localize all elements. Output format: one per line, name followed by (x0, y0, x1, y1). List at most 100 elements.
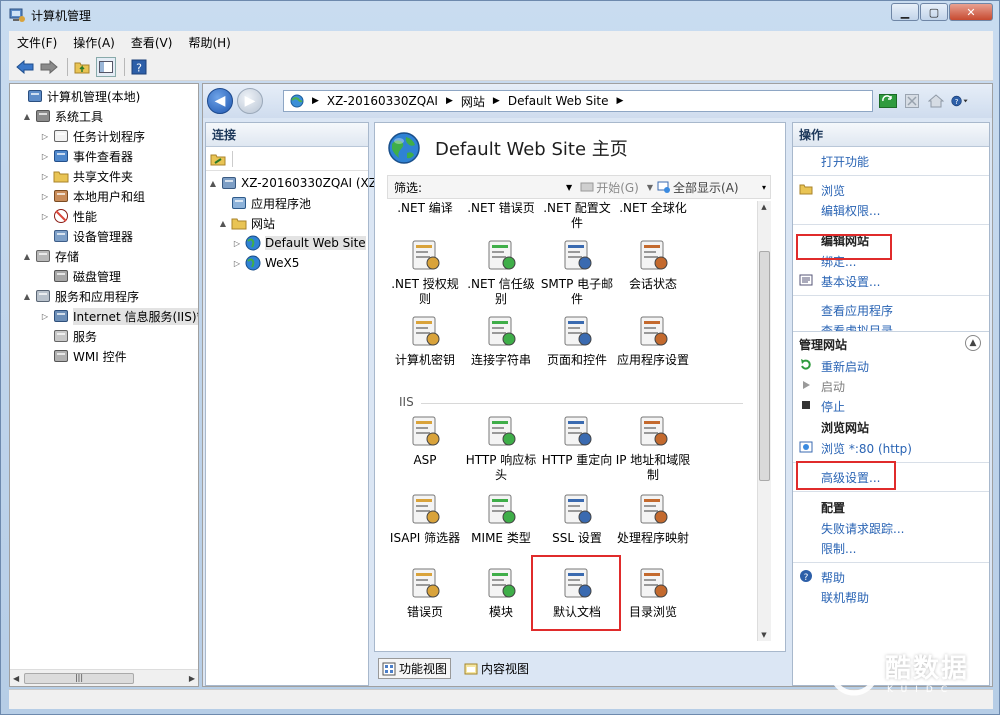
tree-item[interactable]: ▷ 任务计划程序 (40, 126, 145, 146)
tree-item[interactable]: 磁盘管理 (40, 266, 121, 286)
menu-help[interactable]: 帮助(H) (188, 34, 230, 51)
feature-item[interactable]: ISAPI 筛选器 (387, 491, 463, 546)
browse-port-link[interactable]: 浏览 *:80 (http) (793, 438, 989, 458)
feature-item[interactable]: 计算机密钥 (387, 313, 463, 368)
feature-item[interactable]: .NET 授权规则 (387, 237, 463, 307)
connect-icon[interactable] (210, 152, 226, 166)
feature-item[interactable]: .NET 配置文件 (539, 201, 615, 231)
feature-item[interactable]: IP 地址和域限制 (615, 413, 691, 483)
help-dropdown-icon[interactable]: ? (951, 92, 969, 110)
feature-item[interactable]: SSL 设置 (539, 491, 615, 546)
feature-item[interactable]: 错误页 (387, 565, 463, 620)
feature-vertical-scrollbar[interactable]: ▲ ▼ (757, 201, 771, 641)
tree-expander-icon[interactable]: ▷ (40, 152, 50, 161)
tree-item[interactable]: ▷ Internet 信息服务(IIS)管 (40, 306, 198, 326)
tree-expander-icon[interactable]: ▷ (40, 192, 50, 201)
restart-link[interactable]: 重新启动 (793, 356, 989, 376)
collapse-chevron-icon[interactable]: ▲ (965, 335, 981, 351)
tree-item[interactable]: ▲ 服务和应用程序 (22, 286, 139, 306)
connection-item[interactable]: ▷ WeX5 (232, 253, 299, 273)
show-hide-console-tree-icon[interactable] (96, 56, 116, 77)
breadcrumb-server[interactable]: XZ-20160330ZQAI (327, 94, 438, 108)
scroll-up-icon[interactable]: ▲ (758, 203, 770, 211)
tree-item[interactable]: ▷ 事件查看器 (40, 146, 133, 166)
tree-expander-icon[interactable]: ▷ (40, 212, 50, 221)
connection-item[interactable]: ▲ 网站 (218, 213, 275, 233)
scroll-thumb[interactable] (759, 251, 770, 481)
open-feature-link[interactable]: 打开功能 (793, 151, 989, 171)
start-filter-button[interactable]: 开始(G) (580, 179, 639, 196)
minimize-button[interactable]: ▁ (891, 3, 919, 21)
tree-expander-icon[interactable]: ▲ (22, 112, 32, 121)
nav-back-button[interactable]: ◀ (207, 88, 233, 114)
tree-item[interactable]: ▲ 存储 (22, 246, 79, 266)
feature-item[interactable]: 应用程序设置 (615, 313, 691, 368)
tree-item[interactable]: WMI 控件 (40, 346, 127, 366)
feature-item[interactable]: 目录浏览 (615, 565, 691, 620)
tree-expander-icon[interactable]: ▲ (218, 219, 228, 228)
tree-horizontal-scrollbar[interactable]: ◀ ||| ▶ (10, 669, 198, 686)
menu-view[interactable]: 查看(V) (131, 34, 173, 51)
feature-item[interactable]: 模块 (463, 565, 539, 620)
close-button[interactable]: ✕ (949, 3, 993, 21)
tree-expander-icon[interactable]: ▷ (232, 239, 242, 248)
tree-item[interactable]: ▷ 本地用户和组 (40, 186, 145, 206)
filter-bar-overflow-icon[interactable]: ▾ (762, 183, 766, 192)
tab-features-view[interactable]: 功能视图 (378, 658, 452, 679)
show-all-button[interactable]: ▼ 全部显示(A) (647, 179, 739, 196)
feature-item[interactable]: 页面和控件 (539, 313, 615, 368)
tree-item[interactable]: 设备管理器 (40, 226, 133, 246)
feature-item[interactable]: MIME 类型 (463, 491, 539, 546)
tree-item[interactable]: ▷ 性能 (40, 206, 97, 226)
tree-expander-icon[interactable]: ▷ (232, 259, 242, 268)
connection-item[interactable]: 应用程序池 (218, 193, 311, 213)
feature-item[interactable]: 连接字符串 (463, 313, 539, 368)
view-applications-link[interactable]: 查看应用程序 (793, 300, 989, 320)
breadcrumb-sites[interactable]: 网站 (461, 93, 485, 110)
home-icon[interactable] (927, 92, 945, 110)
back-arrow-icon[interactable] (15, 57, 35, 77)
breadcrumb-site[interactable]: Default Web Site (508, 94, 609, 108)
nav-forward-button[interactable]: ▶ (237, 88, 263, 114)
feature-item[interactable]: HTTP 重定向 (539, 413, 615, 468)
scroll-down-icon[interactable]: ▼ (758, 631, 770, 639)
feature-item[interactable]: SMTP 电子邮件 (539, 237, 615, 307)
address-bar[interactable]: ▶ XZ-20160330ZQAI ▶ 网站 ▶ Default Web Sit… (283, 90, 873, 112)
feature-item[interactable]: HTTP 响应标头 (463, 413, 539, 483)
tree-item[interactable]: 服务 (40, 326, 97, 346)
connection-item[interactable]: ▷ Default Web Site (232, 233, 366, 253)
tree-expander-icon[interactable]: ▲ (22, 292, 32, 301)
tree-expander-icon[interactable]: ▷ (40, 132, 50, 141)
stop-link[interactable]: 停止 (793, 396, 989, 416)
basic-settings-link[interactable]: 基本设置... (793, 271, 989, 291)
browse-link[interactable]: 浏览 (793, 180, 989, 200)
tree-item[interactable]: ▷ 共享文件夹 (40, 166, 133, 186)
refresh-icon[interactable] (879, 92, 897, 110)
feature-item[interactable]: ASP (387, 413, 463, 468)
scroll-right-icon[interactable]: ▶ (189, 674, 195, 683)
filter-dropdown-icon[interactable]: ▼ (566, 183, 572, 192)
menu-file[interactable]: 文件(F) (17, 34, 57, 51)
feature-item[interactable]: .NET 错误页 (463, 201, 539, 216)
help-icon[interactable]: ? (129, 57, 149, 77)
feature-item[interactable]: .NET 编译 (387, 201, 463, 216)
forward-arrow-icon[interactable] (39, 57, 59, 77)
stop-icon[interactable] (903, 92, 921, 110)
tree-item[interactable]: 计算机管理(本地) (14, 86, 140, 106)
tab-content-view[interactable]: 内容视图 (461, 659, 532, 678)
tree-expander-icon[interactable]: ▲ (208, 179, 218, 188)
menu-action[interactable]: 操作(A) (73, 34, 115, 51)
feature-item[interactable]: 会话状态 (615, 237, 691, 292)
scroll-thumb[interactable]: ||| (24, 673, 134, 684)
feature-item[interactable]: .NET 全球化 (615, 201, 691, 216)
up-folder-icon[interactable] (72, 57, 92, 77)
filter-input[interactable] (426, 178, 567, 196)
edit-permissions-link[interactable]: 编辑权限... (793, 200, 989, 220)
tree-expander-icon[interactable]: ▷ (40, 172, 50, 181)
failed-request-tracing-link[interactable]: 失败请求跟踪... (793, 518, 989, 538)
limits-link[interactable]: 限制... (793, 538, 989, 558)
tree-expander-icon[interactable]: ▷ (40, 312, 50, 321)
maximize-button[interactable]: ▢ (920, 3, 948, 21)
tree-item[interactable]: ▲ 系统工具 (22, 106, 103, 126)
help-link[interactable]: ? 帮助 (793, 567, 989, 587)
